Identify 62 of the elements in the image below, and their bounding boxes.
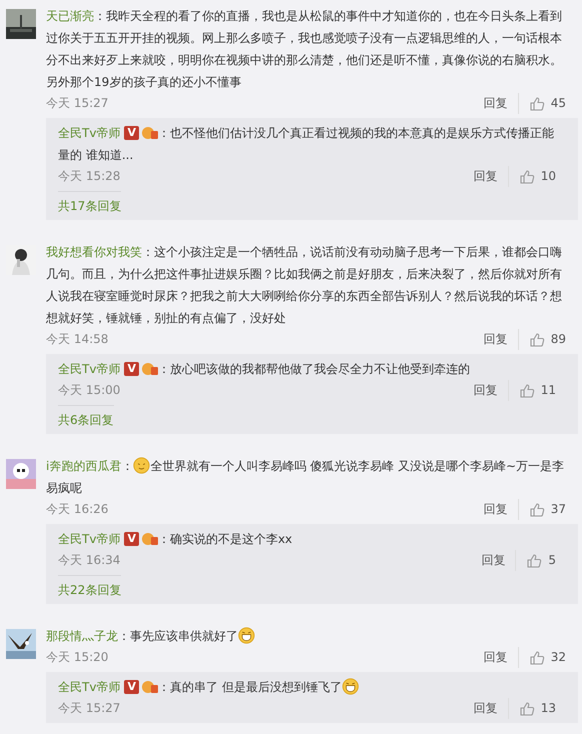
- username-link[interactable]: 那段情灬子龙: [46, 629, 118, 643]
- reply-link[interactable]: 回复: [484, 647, 519, 668]
- thumbs-up-icon[interactable]: [518, 700, 535, 716]
- reply-link[interactable]: 回复: [481, 550, 516, 571]
- verified-badge: V: [124, 680, 139, 694]
- timestamp: 今天 15:28: [58, 168, 122, 185]
- like-count: 10: [540, 168, 556, 185]
- like-count: 45: [550, 95, 566, 112]
- timestamp: 今天 15:20: [46, 649, 110, 666]
- comment-text: 全民Tv帝师 V ：真的串了 但是最后没想到锤飞了: [58, 676, 556, 698]
- thumbs-up-icon[interactable]: [526, 552, 542, 568]
- comment-text: 全民Tv帝师 V ：确实说的不是这个李xx: [58, 531, 294, 548]
- reply-link[interactable]: 回复: [484, 93, 519, 114]
- reply-link[interactable]: 回复: [474, 380, 509, 401]
- thumbs-up-icon[interactable]: [528, 502, 545, 518]
- username-link[interactable]: 全民Tv帝师: [58, 126, 120, 140]
- comment-text: i奔跑的西瓜君： 全世界就有一个人叫李易峰吗 傻狐光说李易峰 又没说是哪个李易峰~万一是李易疯呢: [46, 456, 566, 497]
- medal-icon: [142, 680, 158, 694]
- thumbs-up-icon[interactable]: [518, 382, 535, 398]
- reply-link[interactable]: 回复: [484, 329, 519, 350]
- thumbs-up-icon[interactable]: [528, 650, 545, 666]
- timestamp: 今天 15:27: [58, 700, 122, 717]
- timestamp: 今天 15:27: [46, 95, 110, 112]
- more-replies-link[interactable]: 共17条回复: [58, 191, 122, 216]
- like-count: 37: [550, 501, 566, 518]
- thumbs-up-icon[interactable]: [518, 168, 535, 184]
- verified-badge: V: [124, 362, 139, 376]
- username-link[interactable]: 天已渐亮: [46, 9, 94, 23]
- comment-text: 全民Tv帝师 V ：放心吧该做的我都帮他做了我会尽全力不让他受到牵连的: [58, 361, 471, 378]
- timestamp: 今天 15:00: [58, 382, 122, 399]
- username-link[interactable]: 全民Tv帝师: [58, 532, 120, 546]
- emoji-icon: [133, 457, 150, 474]
- timestamp: 今天 14:58: [46, 331, 110, 348]
- username-link[interactable]: 我好想看你对我笑: [46, 245, 142, 259]
- medal-icon: [142, 362, 158, 376]
- timestamp: 今天 16:26: [46, 501, 110, 518]
- like-count: 32: [550, 649, 566, 666]
- comment-text: 天已渐亮：我昨天全程的看了你的直播，我也是从松鼠的事件中才知道你的，也在今日头条上看到过你关于五五开开挂的视频。网上那么多喷子，我也感觉喷子没有一点逻辑思维的人，一句话根本分不出来好歹上来就咬，明明你在视频中讲的那么清楚，他们还是听不懂，真像你说的右脑积水。另外那个19岁的孩子真的还小不懂事: [46, 8, 563, 91]
- emoji-icon: [342, 678, 359, 695]
- comment-text: 那段情灬子龙：事先应该串供就好了: [46, 625, 566, 647]
- more-replies-link[interactable]: 共6条回复: [58, 405, 114, 430]
- like-count: 13: [540, 700, 556, 717]
- verified-badge: V: [124, 126, 139, 140]
- comment-text: 我好想看你对我笑：这个小孩注定是一个牺牲品，说话前没有动动脑子思考一下后果，谁都会口嗨几句。而且，为什么把这件事扯进娱乐圈？比如我俩之前是好朋友，后来决裂了，然后你就对所有人说我在寝室睡觉时尿床？把我之前大大咧咧给你分享的东西全部告诉别人？然后说我的坏话？想想就好笑，锤就锤，别扯的有点偏了，没好处: [46, 244, 563, 327]
- comment-text: 全民Tv帝师 V ：也不怪他们估计没几个真正看过视频的我的本意真的是娱乐方式传播正能量的 谁知道...: [58, 125, 555, 164]
- emoji-icon: [238, 627, 255, 644]
- username-link[interactable]: 全民Tv帝师: [58, 362, 120, 376]
- reply-link[interactable]: 回复: [474, 698, 509, 719]
- reply-link[interactable]: 回复: [484, 499, 519, 520]
- medal-icon: [142, 126, 158, 140]
- like-count: 5: [548, 552, 556, 569]
- thumbs-up-icon[interactable]: [528, 332, 545, 348]
- reply-link[interactable]: 回复: [474, 166, 509, 187]
- timestamp: 今天 16:34: [58, 552, 122, 569]
- username-link[interactable]: 全民Tv帝师: [58, 680, 120, 694]
- verified-badge: V: [124, 532, 139, 546]
- like-count: 11: [540, 382, 556, 399]
- more-replies-link[interactable]: 共22条回复: [58, 575, 122, 600]
- medal-icon: [142, 532, 158, 546]
- thumbs-up-icon[interactable]: [528, 96, 545, 112]
- like-count: 89: [550, 331, 566, 348]
- username-link[interactable]: i奔跑的西瓜君: [46, 459, 122, 473]
